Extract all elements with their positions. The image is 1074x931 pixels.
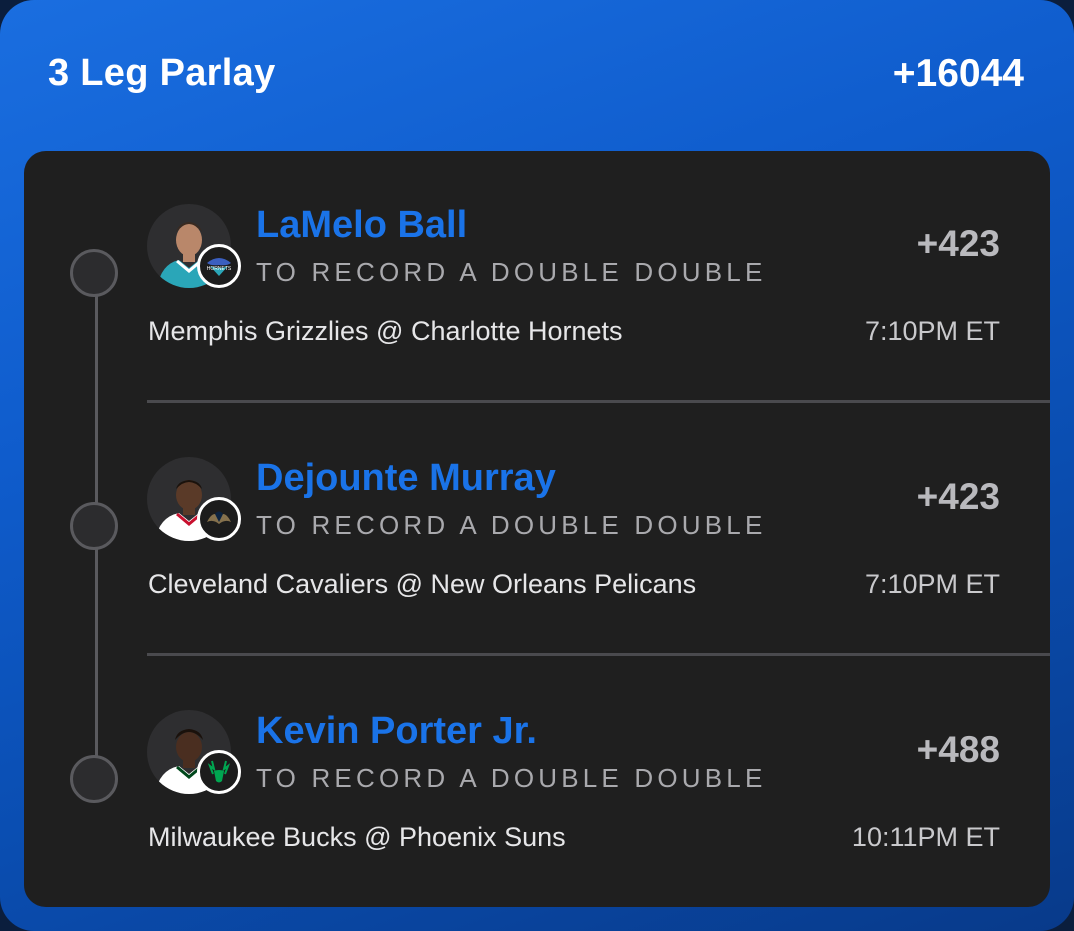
parlay-total-odds: +16044 [892, 52, 1024, 95]
game-matchup: Cleveland Cavaliers @ New Orleans Pelica… [148, 569, 697, 599]
hornets-logo-icon: HORNETS [197, 244, 241, 288]
player-name: Dejounte Murray [256, 457, 556, 499]
game-matchup: Milwaukee Bucks @ Phoenix Suns [148, 822, 566, 852]
legs-panel: HORNETS LaMelo Ball TO RECORD A DOUBLE D… [24, 151, 1050, 907]
bet-market: TO RECORD A DOUBLE DOUBLE [256, 257, 767, 287]
game-time: 10:11PM ET [851, 822, 1000, 852]
leg-1-timeline-node [70, 249, 118, 297]
leg-divider [147, 653, 1050, 656]
game-matchup: Memphis Grizzlies @ Charlotte Hornets [148, 316, 623, 346]
parlay-card: 3 Leg Parlay +16044 HORNETS LaMelo Ball … [0, 0, 1074, 931]
leg-odds: +488 [916, 729, 1000, 770]
parlay-title: 3 Leg Parlay [48, 52, 276, 94]
bet-market: TO RECORD A DOUBLE DOUBLE [256, 510, 767, 540]
bucks-logo-icon [197, 750, 241, 794]
player-name: LaMelo Ball [256, 204, 468, 246]
svg-text:HORNETS: HORNETS [207, 266, 232, 272]
game-time: 7:10PM ET [864, 316, 1000, 346]
bet-market: TO RECORD A DOUBLE DOUBLE [256, 763, 767, 793]
pelicans-logo-icon [197, 497, 241, 541]
leg-odds: +423 [916, 476, 1000, 517]
leg-divider [147, 400, 1050, 403]
leg-3-timeline-node [70, 755, 118, 803]
game-time: 7:10PM ET [864, 569, 1000, 599]
leg-2-timeline-node [70, 502, 118, 550]
player-name: Kevin Porter Jr. [256, 710, 537, 752]
leg-odds: +423 [916, 223, 1000, 264]
